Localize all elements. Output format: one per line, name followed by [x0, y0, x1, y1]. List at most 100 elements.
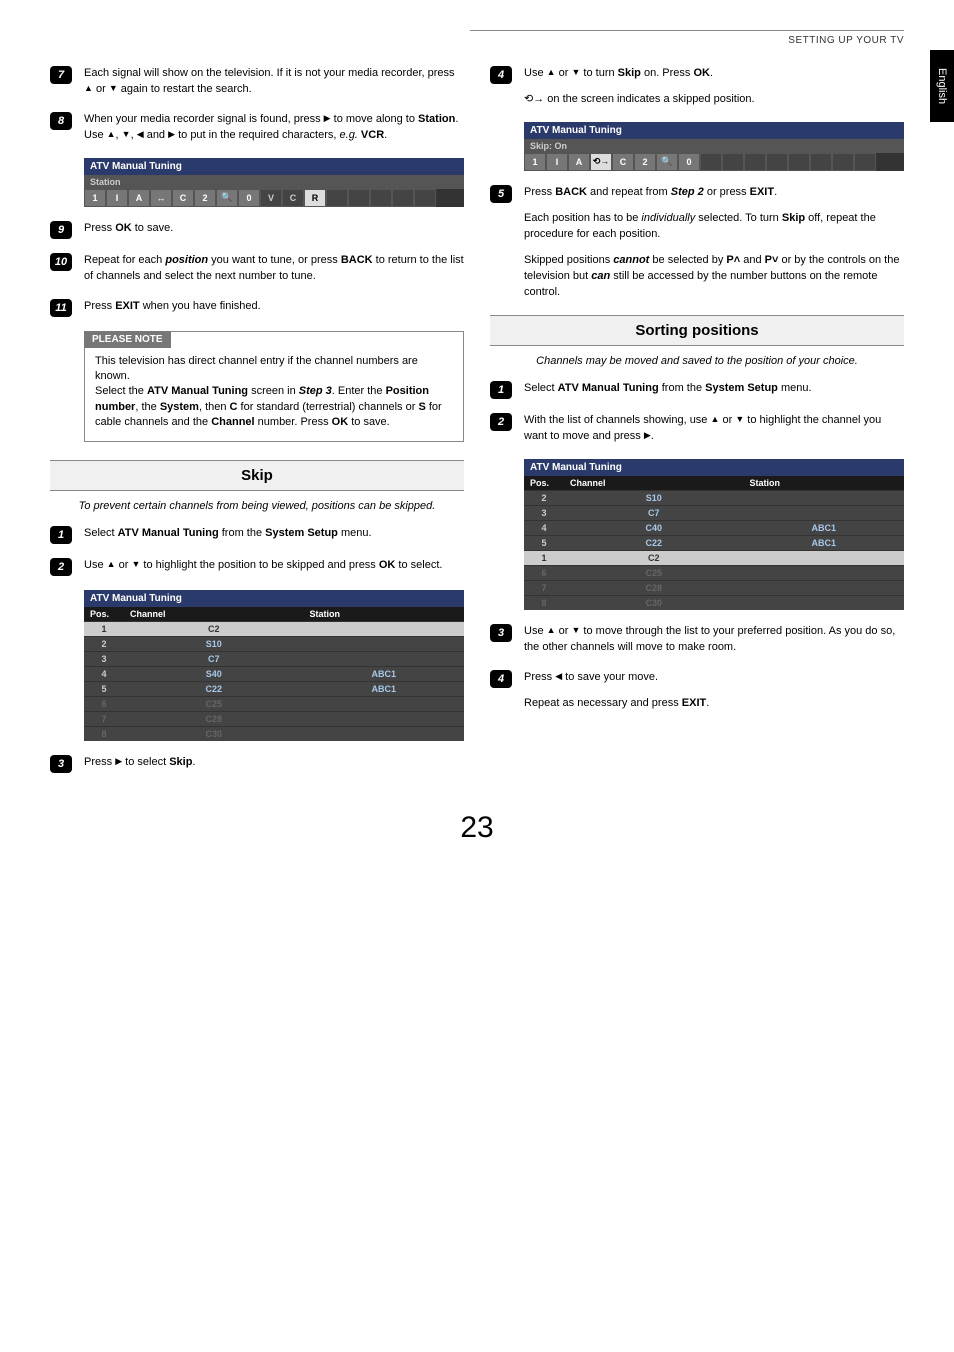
- pos-cell: 2: [84, 636, 124, 651]
- channel-cell: C22: [564, 535, 743, 550]
- station-cell: [743, 550, 904, 565]
- table-row: 7C28: [524, 580, 904, 595]
- station-cell: [303, 651, 464, 666]
- table-row: 8C30: [524, 595, 904, 610]
- right-column: 4 Use ▲ or ▼ to turn Skip on. Press OK. …: [490, 66, 904, 787]
- step-number: 3: [490, 624, 512, 642]
- text: Repeat for each: [84, 254, 165, 266]
- pos-cell: 5: [84, 681, 124, 696]
- osd-cell: [722, 153, 744, 171]
- text: position: [165, 254, 208, 266]
- osd-cell: C: [172, 189, 194, 207]
- text: and: [144, 129, 168, 141]
- page-number: 23: [50, 811, 904, 845]
- station-cell: [303, 711, 464, 726]
- text: Station: [418, 113, 455, 125]
- osd-cell: [326, 189, 348, 207]
- text: EXIT: [115, 300, 139, 312]
- note-line2: Select the ATV Manual Tuning screen in S…: [95, 384, 453, 430]
- text: Select the: [95, 385, 147, 397]
- step-number: 9: [50, 221, 72, 239]
- osd-col-header: Channel: [564, 476, 743, 491]
- table-row: 1C2: [84, 621, 464, 636]
- up-icon: ▲: [107, 128, 116, 141]
- left-column: 7 Each signal will show on the televisio…: [50, 66, 464, 787]
- osd-col-header: Pos.: [524, 476, 564, 491]
- step-text: Use ▲ or ▼ to move through the list to y…: [524, 624, 904, 656]
- channel-cell: C30: [564, 595, 743, 610]
- text: .: [384, 129, 387, 141]
- osd-cell: [744, 153, 766, 171]
- step-text: Press ◀ to save your move. Repeat as nec…: [524, 670, 904, 712]
- header-title: SETTING UP YOUR TV: [50, 35, 904, 46]
- station-cell: [303, 696, 464, 711]
- step-text: With the list of channels showing, use ▲…: [524, 413, 904, 445]
- skip-step-4: 4 Use ▲ or ▼ to turn Skip on. Press OK. …: [490, 66, 904, 108]
- text: from the: [659, 382, 705, 394]
- step-number: 8: [50, 112, 72, 130]
- osd-cell: [810, 153, 832, 171]
- osd-cell: 🔍: [656, 153, 678, 171]
- step-number: 1: [490, 381, 512, 399]
- text: to move along to: [331, 113, 418, 125]
- pos-cell: 2: [524, 490, 564, 505]
- osd-col-header: Station: [303, 607, 464, 622]
- table-row: 5C22ABC1: [84, 681, 464, 696]
- table-row: 6C25: [524, 565, 904, 580]
- osd-cell: ⟲→: [590, 153, 612, 171]
- table-row: 4C40ABC1: [524, 520, 904, 535]
- text: Each position has to be: [524, 212, 641, 224]
- text: and repeat from: [587, 186, 671, 198]
- text: Skip: [782, 212, 805, 224]
- channel-cell: S10: [564, 490, 743, 505]
- text: Step 3: [299, 385, 332, 397]
- up-icon: ▲: [84, 82, 93, 95]
- step-text: Each signal will show on the television.…: [84, 66, 464, 98]
- text: to select: [122, 756, 169, 768]
- step-text: Press EXIT when you have finished.: [84, 299, 464, 315]
- text: and: [740, 254, 764, 266]
- channel-cell: C2: [564, 550, 743, 565]
- right-icon: ▶: [324, 112, 331, 125]
- table-row: 7C28: [84, 711, 464, 726]
- sort-step-4: 4 Press ◀ to save your move. Repeat as n…: [490, 670, 904, 712]
- text: to turn: [580, 67, 617, 79]
- text: With the list of channels showing, use: [524, 414, 710, 426]
- osd-title: ATV Manual Tuning: [524, 122, 904, 139]
- osd-table: Pos.ChannelStation2S103C74C40ABC15C22ABC…: [524, 476, 904, 610]
- osd-cell: A: [568, 153, 590, 171]
- pos-cell: 8: [84, 726, 124, 741]
- osd-cell: 1: [84, 189, 106, 207]
- text: .: [192, 756, 195, 768]
- text: be selected by: [649, 254, 726, 266]
- step-number: 2: [50, 558, 72, 576]
- station-cell: [303, 726, 464, 741]
- osd-skip-table: ATV Manual Tuning Pos.ChannelStation1C22…: [84, 590, 464, 741]
- step-8: 8 When your media recorder signal is fou…: [50, 112, 464, 144]
- pos-cell: 4: [84, 666, 124, 681]
- osd-cell: 1: [524, 153, 546, 171]
- text: , then: [199, 401, 230, 413]
- text: to move through the list to your preferr…: [524, 625, 895, 653]
- osd-title: ATV Manual Tuning: [524, 459, 904, 476]
- text: OK: [379, 559, 396, 571]
- step-text: Select ATV Manual Tuning from the System…: [84, 526, 464, 542]
- step-number: 1: [50, 526, 72, 544]
- osd-cell: 2: [194, 189, 216, 207]
- step-number: 3: [50, 755, 72, 773]
- osd-cell: V: [260, 189, 282, 207]
- text: EXIT: [682, 697, 706, 709]
- text: on. Press: [641, 67, 694, 79]
- step-text: Repeat for each position you want to tun…: [84, 253, 464, 285]
- down-icon: ▼: [122, 128, 131, 141]
- osd-skip-on: ATV Manual Tuning Skip: On 1IA⟲→C2🔍0: [524, 122, 904, 171]
- table-row: 8C30: [84, 726, 464, 741]
- step-text: Use ▲ or ▼ to turn Skip on. Press OK. ⟲→…: [524, 66, 904, 108]
- text: BACK: [341, 254, 373, 266]
- text: ATV Manual Tuning: [147, 385, 248, 397]
- text: OK: [693, 67, 710, 79]
- channel-cell: C7: [124, 651, 303, 666]
- text: ATV Manual Tuning: [118, 527, 219, 539]
- text: can: [591, 270, 610, 282]
- osd-row: 1IA↔C2🔍0VCR: [84, 189, 464, 207]
